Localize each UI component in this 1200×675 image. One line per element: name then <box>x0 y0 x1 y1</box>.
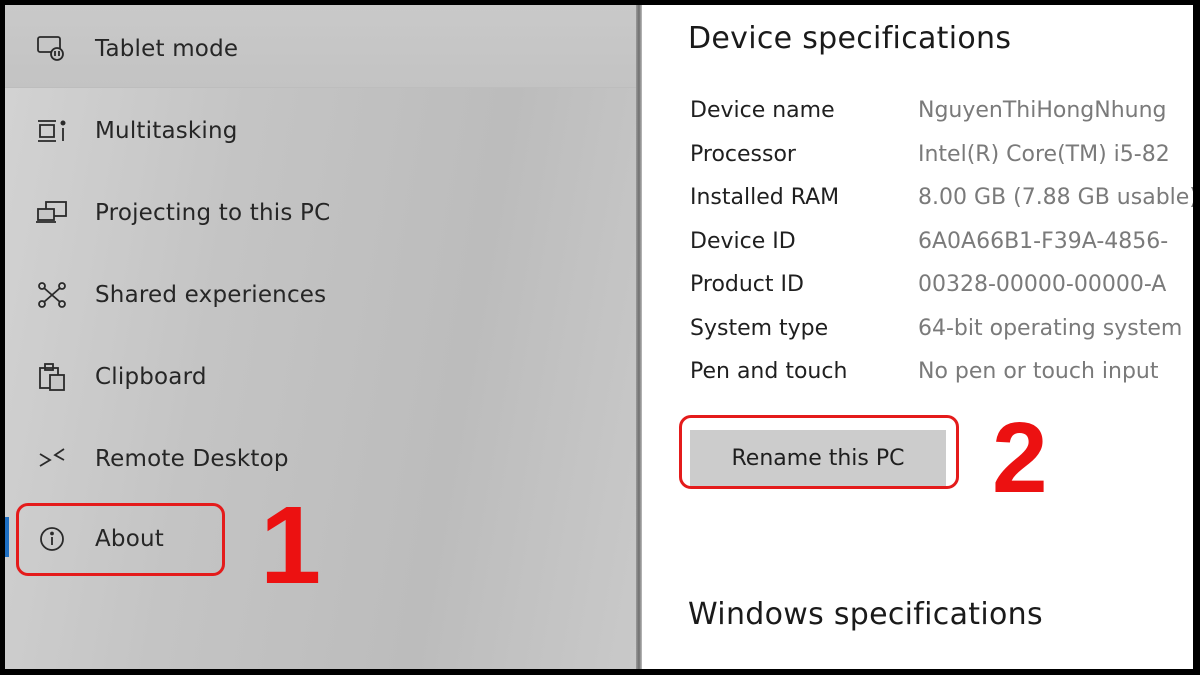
settings-window: Tablet mode Multitasking Projecting to t… <box>5 5 1193 669</box>
spec-row-installed-ram: Installed RAM 8.00 GB (7.88 GB usable) <box>690 185 1193 215</box>
device-specs-title: Device specifications <box>688 21 1012 56</box>
spec-key: Device name <box>690 98 835 123</box>
spec-key: Device ID <box>690 229 796 254</box>
spec-row-device-name: Device name NguyenThiHongNhung <box>690 98 1193 128</box>
spec-value: 6A0A66B1-F39A-4856- <box>918 229 1169 254</box>
sidebar-item-shared-experiences[interactable]: Shared experiences <box>5 254 636 336</box>
shared-experiences-icon <box>35 280 69 310</box>
spec-key: Installed RAM <box>690 185 840 210</box>
windows-specs-title: Windows specifications <box>688 597 1043 632</box>
spec-key: System type <box>690 316 829 341</box>
sidebar-item-clipboard[interactable]: Clipboard <box>5 336 636 418</box>
sidebar-item-label: Tablet mode <box>95 36 239 62</box>
spec-row-system-type: System type 64-bit operating system <box>690 316 1193 346</box>
annotation-highlight-rename <box>679 415 959 489</box>
clipboard-icon <box>35 362 69 392</box>
sidebar-item-label: Remote Desktop <box>95 446 289 472</box>
spec-value: NguyenThiHongNhung <box>918 98 1167 123</box>
spec-value: No pen or touch input <box>918 359 1159 384</box>
annotation-step-2: 2 <box>992 402 1048 514</box>
projecting-icon <box>35 198 69 228</box>
spec-row-pen-and-touch: Pen and touch No pen or touch input <box>690 359 1193 389</box>
spec-row-device-id: Device ID 6A0A66B1-F39A-4856- <box>690 229 1193 259</box>
spec-value: 64-bit operating system <box>918 316 1183 341</box>
tablet-mode-icon <box>35 34 69 64</box>
sidebar-item-label: Clipboard <box>95 364 207 390</box>
about-content: Device specifications Device name Nguyen… <box>642 5 1193 669</box>
spec-key: Processor <box>690 142 796 167</box>
remote-desktop-icon <box>35 444 69 474</box>
sidebar-item-label: Projecting to this PC <box>95 200 331 226</box>
sidebar: Tablet mode Multitasking Projecting to t… <box>5 5 636 669</box>
spec-key: Pen and touch <box>690 359 848 384</box>
sidebar-item-tablet-mode[interactable]: Tablet mode <box>5 8 636 90</box>
annotation-highlight-about <box>16 503 225 576</box>
spec-key: Product ID <box>690 272 804 297</box>
multitasking-icon <box>35 116 69 146</box>
sidebar-item-label: Multitasking <box>95 118 238 144</box>
spec-value: 00328-00000-00000-A <box>918 272 1167 297</box>
sidebar-item-multitasking[interactable]: Multitasking <box>5 90 636 172</box>
spec-row-product-id: Product ID 00328-00000-00000-A <box>690 272 1193 302</box>
spec-value: 8.00 GB (7.88 GB usable) <box>918 185 1193 210</box>
sidebar-item-projecting[interactable]: Projecting to this PC <box>5 172 636 254</box>
annotation-step-1: 1 <box>260 484 322 607</box>
spec-row-processor: Processor Intel(R) Core(TM) i5-82 <box>690 142 1193 172</box>
sidebar-item-label: Shared experiences <box>95 282 327 308</box>
spec-value: Intel(R) Core(TM) i5-82 <box>918 142 1170 167</box>
